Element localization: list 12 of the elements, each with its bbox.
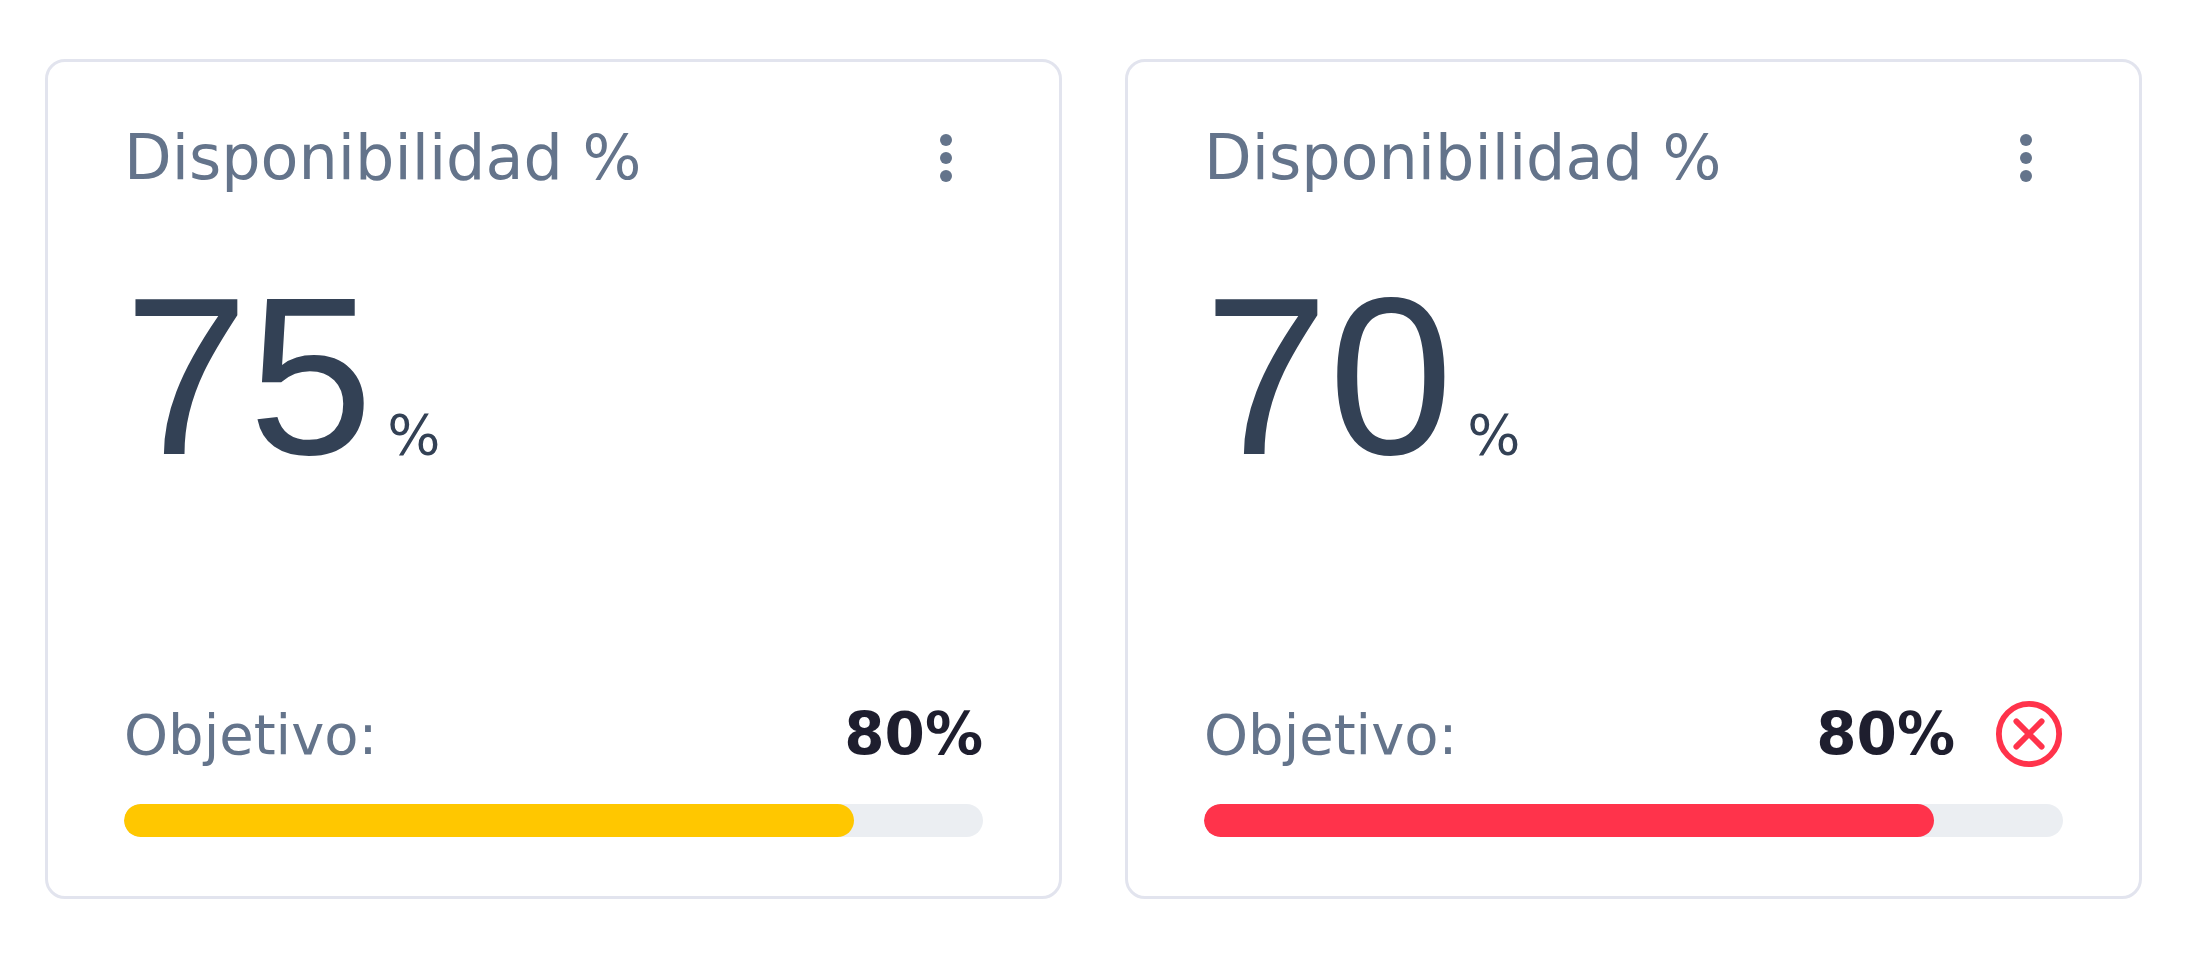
target-value: 80% [844,700,983,768]
card-title: Disponibilidad % [1204,124,1722,193]
card-title: Disponibilidad % [124,124,642,193]
unit-label: % [387,402,441,468]
metric-value: 70 [1204,264,1454,489]
more-options-button[interactable] [2019,133,2033,184]
metric-value: 75 [124,264,374,489]
target-value: 80% [1816,700,1955,768]
target-label: Objetivo: [1204,701,1458,767]
more-options-button[interactable] [939,133,953,184]
target-label: Objetivo: [124,701,378,767]
unit-label: % [1467,402,1521,468]
